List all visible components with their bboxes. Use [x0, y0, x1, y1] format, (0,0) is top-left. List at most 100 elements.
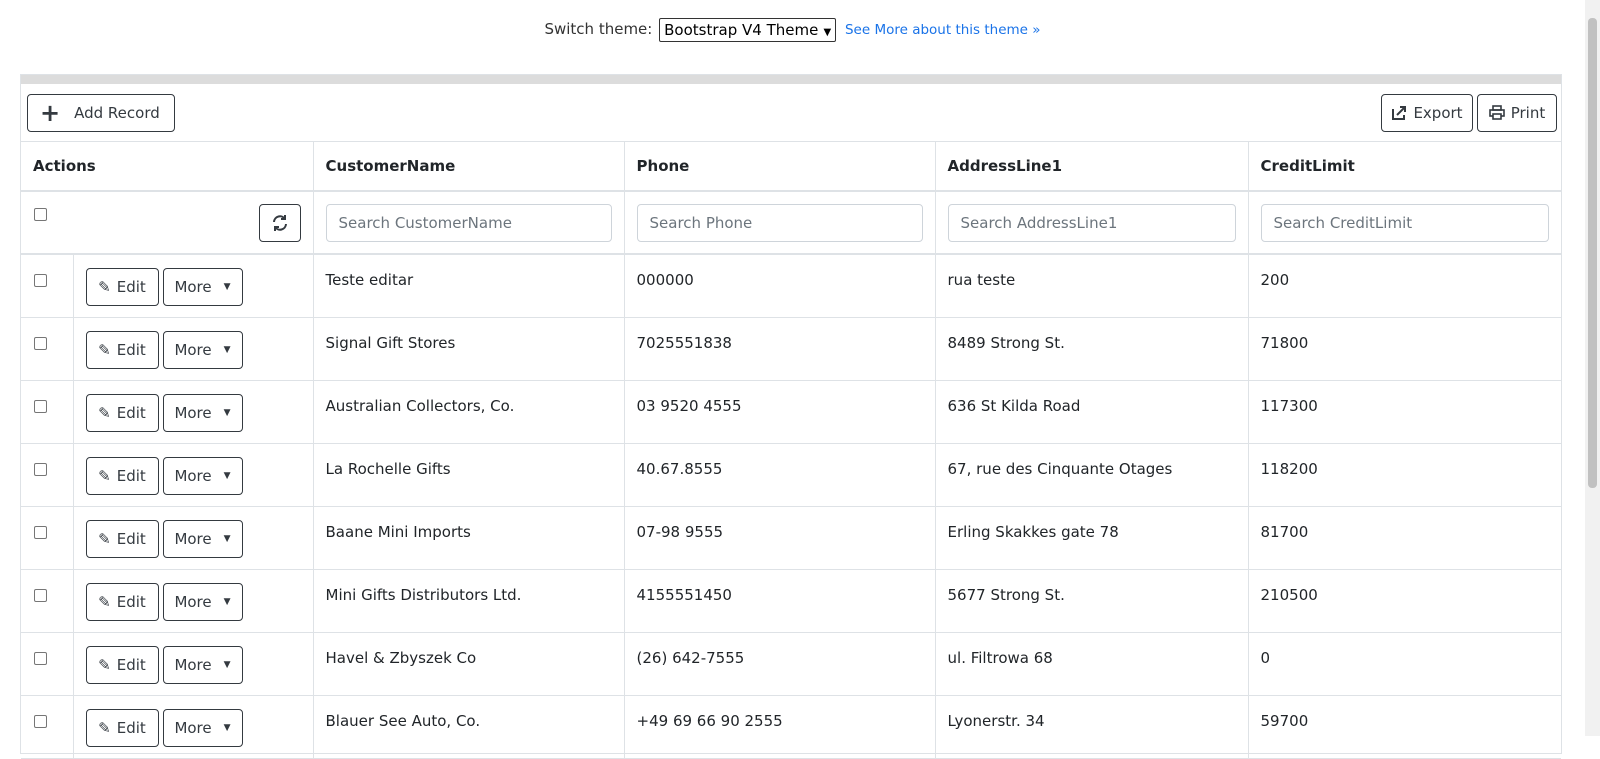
cell-phone: 4155551450	[624, 569, 936, 633]
caret-down-icon: ▼	[223, 533, 231, 544]
more-label: More	[174, 529, 212, 548]
row-select-checkbox[interactable]	[34, 714, 47, 728]
row-select-checkbox[interactable]	[34, 651, 47, 665]
records-table: Actions CustomerName Phone AddressLine1 …	[21, 142, 1562, 759]
print-label: Print	[1510, 104, 1546, 122]
pencil-icon: ✎	[98, 466, 111, 485]
edit-button[interactable]: ✎ Edit	[85, 708, 159, 747]
pencil-icon: ✎	[98, 655, 111, 674]
cell-phone: 03 9520 4555	[624, 380, 936, 444]
export-label: Export	[1413, 104, 1463, 122]
cell-address: 5677 Strong St.	[935, 569, 1249, 633]
pencil-icon: ✎	[98, 529, 111, 548]
chevron-down-icon: ▼	[820, 26, 832, 38]
caret-down-icon: ▼	[223, 282, 231, 292]
caret-down-icon: ▼	[223, 722, 231, 733]
add-record-label: Add Record	[74, 104, 160, 122]
table-row[interactable]: ✎ Edit More ▼ La Rochelle Gifts 40.67.8555 67,…	[21, 443, 1562, 507]
theme-select[interactable]: Bootstrap V4 Theme ▼	[659, 17, 837, 42]
more-label: More	[174, 718, 212, 737]
more-dropdown-button[interactable]: More ▼	[162, 330, 243, 369]
theme-select-value: Bootstrap V4 Theme	[664, 20, 819, 39]
refresh-button[interactable]	[258, 203, 301, 242]
row-select-checkbox[interactable]	[34, 462, 47, 476]
cell-phone: 7025551838	[624, 317, 936, 381]
edit-label: Edit	[116, 529, 146, 548]
cell-credit-limit: 59700	[1248, 695, 1562, 759]
column-header-address[interactable]: AddressLine1	[935, 142, 1249, 192]
row-select-checkbox[interactable]	[34, 399, 47, 413]
row-select-checkbox[interactable]	[34, 588, 47, 602]
add-record-button[interactable]: + Add Record	[27, 94, 175, 132]
cell-credit-limit: 71800	[1248, 317, 1562, 381]
table-row[interactable]: ✎ Edit More ▼ Australian Collectors, Co. 03 9…	[21, 380, 1562, 444]
more-dropdown-button[interactable]: More ▼	[162, 708, 243, 747]
filter-row	[21, 191, 1562, 255]
table-row[interactable]: ✎ Edit More ▼ Signal Gift Stores 7025551838 84…	[21, 317, 1562, 381]
more-dropdown-button[interactable]: More ▼	[162, 393, 243, 432]
edit-label: Edit	[116, 278, 146, 296]
edit-button[interactable]: ✎ Edit	[85, 645, 159, 684]
cell-customer-name: Baane Mini Imports	[313, 506, 625, 570]
cell-address: ul. Filtrowa 68	[935, 632, 1249, 696]
column-header-phone[interactable]: Phone	[624, 142, 936, 192]
table-row[interactable]: ✎ Edit More ▼ Havel & Zbyszek Co (26) 642-755…	[21, 632, 1562, 696]
edit-label: Edit	[116, 403, 146, 422]
search-phone-input[interactable]	[636, 203, 923, 242]
page-scrollbar[interactable]	[1585, 0, 1600, 736]
column-header-credit-limit[interactable]: CreditLimit	[1248, 142, 1562, 192]
search-customer-name-input[interactable]	[325, 203, 612, 242]
pencil-icon: ✎	[98, 340, 111, 359]
print-button[interactable]: Print	[1477, 94, 1557, 132]
edit-label: Edit	[116, 340, 146, 359]
more-label: More	[174, 340, 212, 359]
edit-button[interactable]: ✎ Edit	[85, 393, 159, 432]
caret-down-icon: ▼	[223, 344, 231, 355]
cell-customer-name: Signal Gift Stores	[313, 317, 625, 381]
cell-phone: +49 69 66 90 2555	[624, 695, 936, 759]
pencil-icon: ✎	[98, 403, 111, 422]
cell-customer-name: La Rochelle Gifts	[313, 443, 625, 507]
edit-label: Edit	[116, 655, 146, 674]
row-select-checkbox[interactable]	[34, 336, 47, 350]
search-credit-limit-input[interactable]	[1260, 203, 1550, 242]
table-row[interactable]: ✎ Edit More ▼ Blauer See Auto, Co. +49 69 66 …	[21, 695, 1562, 759]
more-dropdown-button[interactable]: More ▼	[162, 268, 243, 306]
caret-down-icon: ▼	[223, 470, 231, 481]
edit-button[interactable]: ✎ Edit	[85, 519, 159, 558]
header-row: Actions CustomerName Phone AddressLine1 …	[21, 142, 1562, 192]
more-dropdown-button[interactable]: More ▼	[162, 645, 243, 684]
more-dropdown-button[interactable]: More ▼	[162, 519, 243, 558]
column-header-customer-name[interactable]: CustomerName	[313, 142, 625, 192]
cell-phone: 40.67.8555	[624, 443, 936, 507]
cell-address: 636 St Kilda Road	[935, 380, 1249, 444]
cell-address: 67, rue des Cinquante Otages	[935, 443, 1249, 507]
table-row[interactable]: ✎ Edit More ▼ Teste editar 000000 rua teste 200	[21, 254, 1562, 318]
theme-label: Switch theme:	[544, 20, 653, 38]
grid-header-strip	[21, 75, 1561, 84]
edit-button[interactable]: ✎ Edit	[85, 268, 159, 306]
edit-button[interactable]: ✎ Edit	[85, 456, 159, 495]
table-row[interactable]: ✎ Edit More ▼ Mini Gifts Distributors Ltd. 41…	[21, 569, 1562, 633]
table-row[interactable]: ✎ Edit More ▼ Baane Mini Imports 07-98 9555 Er…	[21, 506, 1562, 570]
cell-credit-limit: 210500	[1248, 569, 1562, 633]
data-grid: + Add Record Export Print Actions Custom…	[20, 74, 1562, 759]
theme-info-link[interactable]: See More about this theme »	[845, 22, 1041, 38]
scrollbar-thumb[interactable]	[1588, 18, 1597, 488]
search-address-input[interactable]	[947, 203, 1236, 242]
refresh-icon	[272, 214, 287, 231]
row-select-checkbox[interactable]	[34, 525, 47, 539]
select-all-checkbox[interactable]	[34, 207, 47, 221]
edit-button[interactable]: ✎ Edit	[85, 330, 159, 369]
more-label: More	[174, 403, 212, 422]
more-dropdown-button[interactable]: More ▼	[162, 456, 243, 495]
more-label: More	[174, 466, 212, 485]
cell-credit-limit: 0	[1248, 632, 1562, 696]
more-dropdown-button[interactable]: More ▼	[162, 582, 243, 621]
cell-credit-limit: 81700	[1248, 506, 1562, 570]
row-select-checkbox[interactable]	[34, 274, 47, 287]
export-button[interactable]: Export	[1381, 94, 1473, 132]
cell-address: rua teste	[935, 254, 1249, 318]
edit-button[interactable]: ✎ Edit	[85, 582, 159, 621]
cell-phone: 000000	[624, 254, 936, 318]
